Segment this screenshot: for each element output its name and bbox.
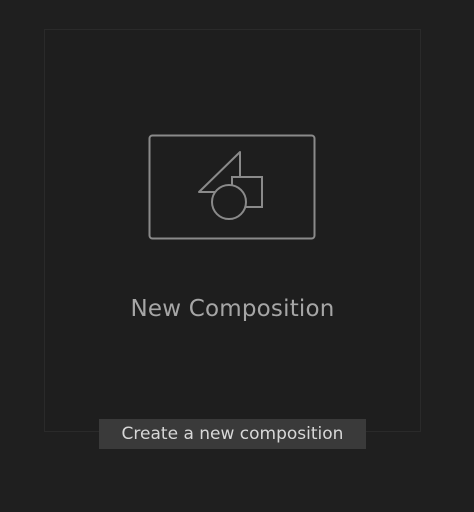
viewport: New Composition Create a new composition xyxy=(0,0,474,512)
composition-shapes-icon[interactable] xyxy=(148,134,316,240)
tooltip: Create a new composition xyxy=(99,419,366,449)
new-composition-label[interactable]: New Composition xyxy=(44,296,421,322)
